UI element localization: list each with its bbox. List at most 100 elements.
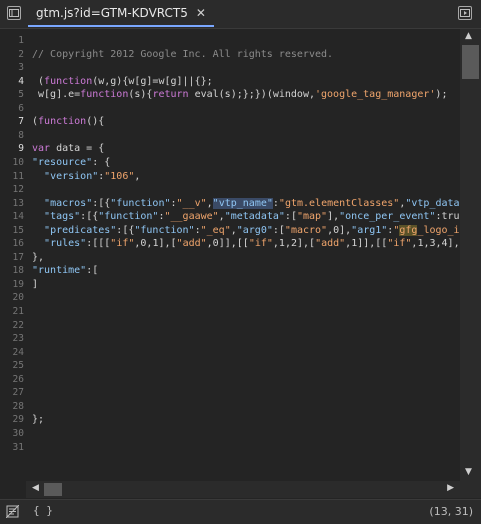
code-line[interactable]: 17}, bbox=[0, 251, 460, 264]
code-line[interactable]: 3 bbox=[0, 61, 460, 74]
line-number[interactable]: 19 bbox=[0, 278, 24, 291]
line-number[interactable]: 31 bbox=[0, 441, 24, 454]
line-number[interactable]: 11 bbox=[0, 170, 24, 183]
code-token: var bbox=[32, 143, 51, 155]
code-line[interactable]: 25 bbox=[0, 359, 460, 372]
scroll-left-icon[interactable]: ◀ bbox=[32, 483, 39, 493]
code-line[interactable]: 23 bbox=[0, 332, 460, 345]
code-line[interactable]: 19] bbox=[0, 278, 460, 291]
line-number[interactable]: 9 bbox=[0, 142, 24, 155]
code-editor[interactable]: 1 2 // Copyright 2012 Google Inc. All righ… bbox=[0, 29, 460, 481]
code-line[interactable]: 26 bbox=[0, 373, 460, 386]
line-number[interactable]: 16 bbox=[0, 237, 24, 250]
code-line[interactable]: 15 "predicates":[{"function":"_eq","arg0… bbox=[0, 224, 460, 237]
code-line[interactable]: 21 bbox=[0, 305, 460, 318]
code-text: (function(w,g){w[g]=w[g]||{}; bbox=[32, 75, 213, 88]
code-line[interactable]: 7 (function(){ bbox=[0, 115, 460, 128]
line-number[interactable]: 1 bbox=[0, 34, 24, 47]
code-line[interactable]: 27 bbox=[0, 386, 460, 399]
scrollbar-corner bbox=[460, 481, 481, 498]
code-token: data = { bbox=[50, 143, 105, 155]
code-token: "__v" bbox=[176, 197, 207, 209]
code-line[interactable]: 9 var data = { bbox=[0, 142, 460, 155]
pretty-print-button[interactable]: { } bbox=[33, 504, 53, 517]
code-line[interactable]: 5 w[g].e=function(s){return eval(s);};})… bbox=[0, 88, 460, 101]
vertical-scroll-thumb[interactable] bbox=[462, 45, 479, 79]
line-number[interactable]: 6 bbox=[0, 102, 24, 115]
code-token: ,0]],[[ bbox=[206, 238, 249, 250]
code-line[interactable]: 16 "rules":[[["if",0,1],["add",0]],[["if… bbox=[0, 237, 460, 250]
code-token: :[{ bbox=[116, 224, 135, 236]
line-number[interactable]: 21 bbox=[0, 305, 24, 318]
code-line[interactable]: 31 bbox=[0, 441, 460, 454]
close-icon[interactable]: ✕ bbox=[196, 6, 206, 20]
code-line[interactable]: 4 (function(w,g){w[g]=w[g]||{}; bbox=[0, 75, 460, 88]
code-token: "predicates" bbox=[44, 224, 117, 236]
panel-left-icon[interactable] bbox=[7, 6, 21, 20]
code-line[interactable]: 24 bbox=[0, 346, 460, 359]
code-token: "map" bbox=[296, 211, 328, 223]
scroll-up-icon[interactable]: ▲ bbox=[465, 31, 472, 41]
line-number[interactable]: 26 bbox=[0, 373, 24, 386]
code-line[interactable]: 10 "resource": { bbox=[0, 156, 460, 169]
code-token: , bbox=[206, 197, 213, 209]
tab-bar: gtm.js?id=GTM-KDVRCT5 ✕ bbox=[0, 0, 481, 29]
line-number[interactable]: 5 bbox=[0, 88, 24, 101]
line-number[interactable]: 30 bbox=[0, 427, 24, 440]
code-text: "runtime":[ bbox=[32, 264, 98, 277]
line-number[interactable]: 23 bbox=[0, 332, 24, 345]
code-line[interactable]: 22 bbox=[0, 319, 460, 332]
code-line[interactable]: 13 "macros":[{"function":"__v","vtp_name… bbox=[0, 197, 460, 210]
no-coverage-icon[interactable] bbox=[6, 505, 19, 518]
line-number[interactable]: 3 bbox=[0, 61, 24, 74]
line-number[interactable]: 13 bbox=[0, 197, 24, 210]
code-line[interactable]: 12 bbox=[0, 183, 460, 196]
line-number[interactable]: 10 bbox=[0, 156, 24, 169]
line-number[interactable]: 8 bbox=[0, 129, 24, 142]
code-line[interactable]: 2 // Copyright 2012 Google Inc. All right… bbox=[0, 48, 460, 61]
line-number[interactable]: 4 bbox=[0, 75, 24, 88]
code-line[interactable]: 11 "version":"106", bbox=[0, 170, 460, 183]
horizontal-scrollbar[interactable]: ◀ ▶ bbox=[26, 481, 460, 498]
code-line[interactable]: 6 bbox=[0, 102, 460, 115]
line-number[interactable]: 15 bbox=[0, 224, 24, 237]
panel-right-icon[interactable] bbox=[458, 6, 472, 20]
code-token: "if" bbox=[110, 238, 135, 250]
code-text: "resource": { bbox=[32, 156, 110, 169]
code-token: :[ bbox=[272, 224, 285, 236]
line-number[interactable]: 12 bbox=[0, 183, 24, 196]
code-line[interactable]: 30 bbox=[0, 427, 460, 440]
code-line[interactable]: 1 bbox=[0, 34, 460, 47]
vertical-scrollbar[interactable]: ▲ ▼ bbox=[460, 29, 481, 481]
line-number[interactable]: 25 bbox=[0, 359, 24, 372]
line-number[interactable]: 7 bbox=[0, 115, 24, 128]
line-number[interactable]: 22 bbox=[0, 319, 24, 332]
scroll-down-icon[interactable]: ▼ bbox=[465, 467, 472, 477]
code-text: var data = { bbox=[32, 142, 104, 155]
code-line[interactable]: 18 "runtime":[ bbox=[0, 264, 460, 277]
code-token: ( bbox=[32, 75, 45, 87]
code-line[interactable]: 8 bbox=[0, 129, 460, 142]
line-number[interactable]: 20 bbox=[0, 291, 24, 304]
code-token: "if" bbox=[248, 238, 273, 250]
tab-file[interactable]: gtm.js?id=GTM-KDVRCT5 ✕ bbox=[28, 0, 214, 27]
code-line[interactable]: 20 bbox=[0, 291, 460, 304]
line-number[interactable]: 28 bbox=[0, 400, 24, 413]
line-number[interactable]: 17 bbox=[0, 251, 24, 264]
line-number[interactable]: 24 bbox=[0, 346, 24, 359]
line-number[interactable]: 18 bbox=[0, 264, 24, 277]
line-number[interactable]: 29 bbox=[0, 413, 24, 426]
line-number[interactable]: 2 bbox=[0, 48, 24, 61]
code-line[interactable]: 29}; bbox=[0, 413, 460, 426]
line-number[interactable]: 27 bbox=[0, 386, 24, 399]
code-line[interactable]: 28 bbox=[0, 400, 460, 413]
code-line[interactable]: 14 "tags":[{"function":"__gaawe","metada… bbox=[0, 210, 460, 223]
code-token: ); bbox=[435, 89, 448, 101]
line-number[interactable]: 14 bbox=[0, 210, 24, 223]
code-token: eval(s);};})(window, bbox=[188, 89, 315, 101]
code-token: function bbox=[38, 116, 87, 128]
horizontal-scroll-thumb[interactable] bbox=[44, 483, 62, 496]
scroll-right-icon[interactable]: ▶ bbox=[447, 483, 454, 493]
